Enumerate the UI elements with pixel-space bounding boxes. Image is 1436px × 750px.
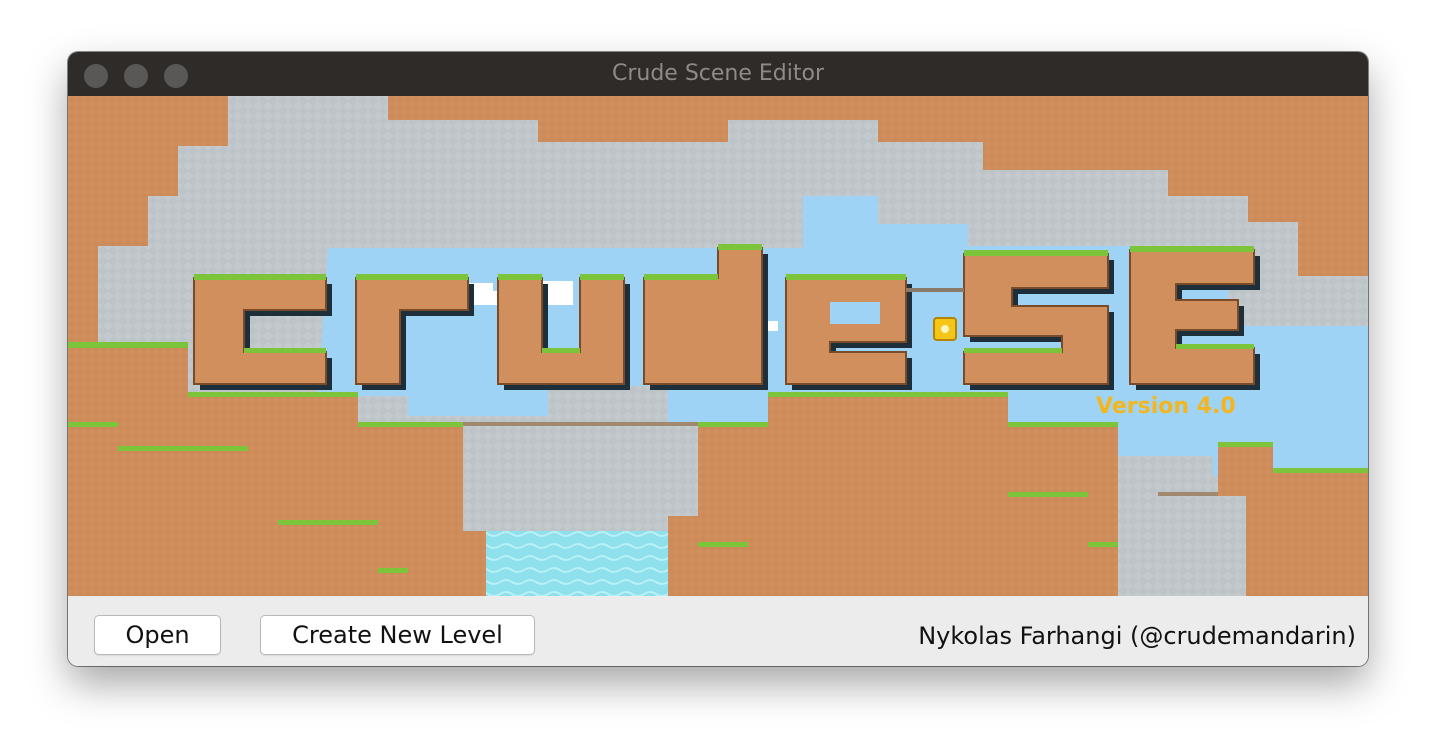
author-credit: Nykolas Farhangi (@crudemandarin) [918,622,1356,650]
splash-image: Version 4.0 [68,96,1368,596]
create-new-level-button[interactable]: Create New Level [260,615,535,655]
window-title: Crude Scene Editor [611,61,825,86]
app-window: Crude Scene Editor Version 4.0 Open Crea… [68,52,1368,666]
version-label: Version 4.0 [1096,394,1236,419]
title-bar[interactable]: Crude Scene Editor [68,52,1368,97]
bottom-bar: Open Create New Level Nykolas Farhangi (… [68,596,1368,666]
open-button[interactable]: Open [94,615,221,655]
